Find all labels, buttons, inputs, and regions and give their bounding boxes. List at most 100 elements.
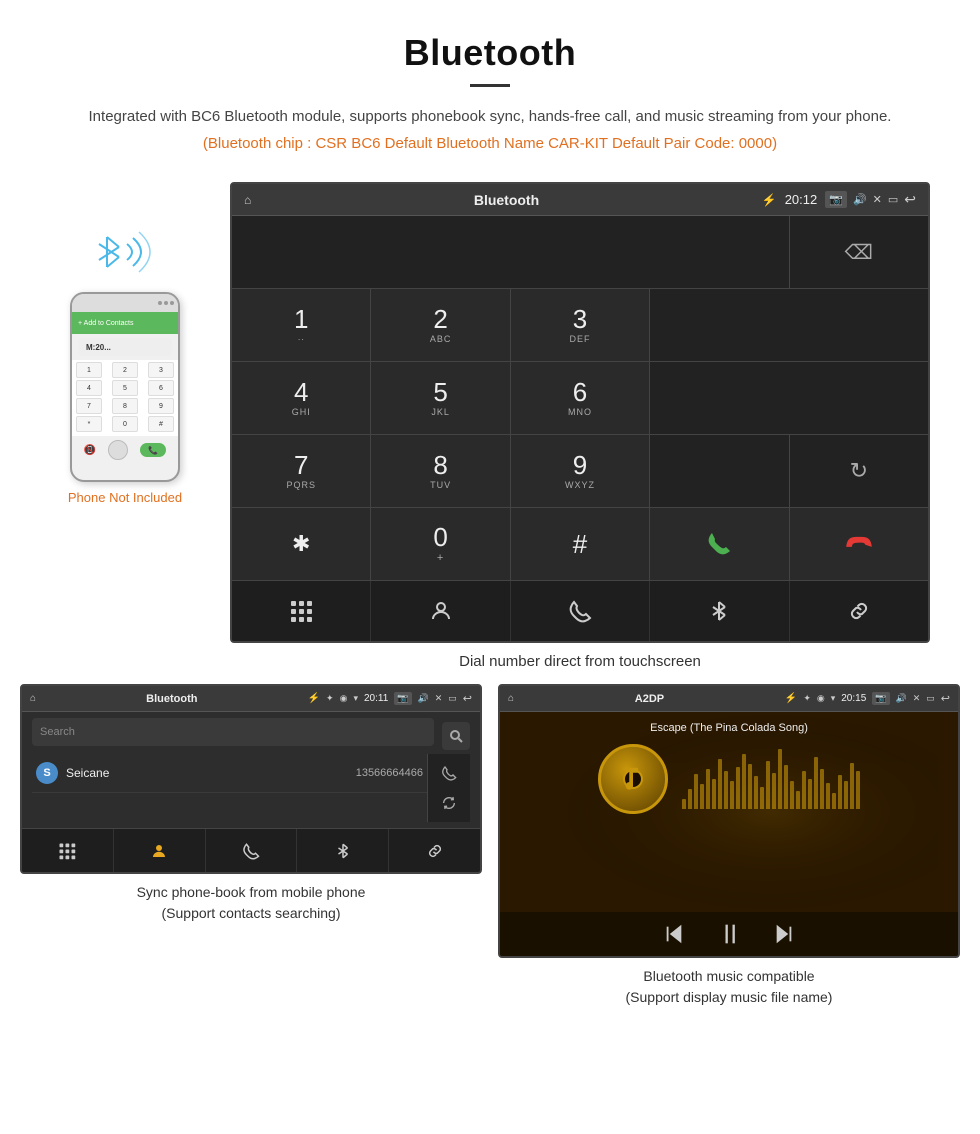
- phonebook-card: ⌂ Bluetooth ⚡ ✦ ◉ ▾ 20:11 📷 🔊 ✕ ▭ ↩ Sear…: [20, 684, 482, 1008]
- dial-sub: WXYZ: [565, 480, 595, 490]
- pb-func-bt[interactable]: [297, 829, 389, 872]
- dial-sub: ∙∙: [298, 334, 305, 344]
- viz-bar: [814, 757, 818, 809]
- dial-key-0[interactable]: 0 +: [371, 508, 509, 580]
- dial-key-9[interactable]: 9 WXYZ: [511, 435, 649, 507]
- phone-key-3: 3: [148, 362, 174, 378]
- dial-key-4[interactable]: 4 GHI: [232, 362, 370, 434]
- ms-bt-icon: ✦: [803, 693, 811, 704]
- dial-sub: PQRS: [286, 480, 316, 490]
- dial-num: 6: [573, 379, 587, 405]
- dial-key-7[interactable]: 7 PQRS: [232, 435, 370, 507]
- dial-key-2[interactable]: 2 ABC: [371, 289, 509, 361]
- func-dialpad-icon[interactable]: [232, 581, 371, 641]
- viz-bar: [688, 789, 692, 809]
- pb-func-link[interactable]: [389, 829, 480, 872]
- contact-actions: [427, 754, 470, 822]
- album-art: [598, 744, 668, 814]
- dial-num: 8: [433, 452, 447, 478]
- dialpad-screen: ⌂ Bluetooth ⚡ 20:12 📷 🔊 ✕ ▭ ↩ ⌫: [230, 182, 930, 684]
- phone-action-icon[interactable]: [434, 758, 464, 788]
- viz-bar: [718, 759, 722, 809]
- ms-window-icon: ▭: [926, 693, 935, 704]
- dial-empty-r1: [650, 289, 928, 361]
- pb-home-icon[interactable]: ⌂: [30, 693, 36, 704]
- viz-bar: [790, 781, 794, 809]
- viz-bar: [838, 775, 842, 809]
- prev-icon[interactable]: [663, 923, 685, 945]
- dial-empty-r3a: [650, 435, 788, 507]
- phone-not-included-label: Phone Not Included: [68, 490, 182, 505]
- dial-key-hash[interactable]: #: [511, 508, 649, 580]
- back-icon[interactable]: ↩: [904, 191, 916, 208]
- pb-func-dialpad[interactable]: [22, 829, 114, 872]
- music-album-area: [598, 744, 860, 814]
- backspace-key[interactable]: ⌫: [790, 216, 928, 288]
- ms-location-icon: ◉: [817, 693, 825, 704]
- dial-num: 7: [294, 452, 308, 478]
- func-link-icon[interactable]: [790, 581, 928, 641]
- ms-back-icon[interactable]: ↩: [941, 692, 950, 705]
- music-visualizer: [682, 749, 860, 809]
- window-icon: ▭: [888, 193, 898, 206]
- call-button[interactable]: [650, 508, 788, 580]
- ms-caption-line1: Bluetooth music compatible: [643, 968, 814, 984]
- pb-volume-icon: 🔊: [418, 693, 429, 704]
- ms-caption-line2: (Support display music file name): [626, 989, 833, 1005]
- close-icon: ✕: [873, 193, 882, 206]
- phone-key-4: 4: [76, 380, 102, 396]
- dial-key-8[interactable]: 8 TUV: [371, 435, 509, 507]
- phonebook-caption: Sync phone-book from mobile phone (Suppo…: [137, 882, 366, 924]
- ms-home-icon[interactable]: ⌂: [508, 693, 514, 704]
- music-status-bar: ⌂ A2DP ⚡ ✦ ◉ ▾ 20:15 📷 🔊 ✕ ▭ ↩: [500, 686, 958, 712]
- pb-func-call[interactable]: [206, 829, 298, 872]
- func-call-icon[interactable]: [511, 581, 650, 641]
- ms-volume-icon: 🔊: [896, 693, 907, 704]
- viz-bar: [820, 769, 824, 809]
- phonebook-search-bar[interactable]: Search: [32, 718, 434, 746]
- pb-func-person[interactable]: [114, 829, 206, 872]
- music-caption: Bluetooth music compatible (Support disp…: [626, 966, 833, 1008]
- pb-back-icon[interactable]: ↩: [463, 692, 472, 705]
- next-icon[interactable]: [773, 923, 795, 945]
- music-screen: ⌂ A2DP ⚡ ✦ ◉ ▾ 20:15 📷 🔊 ✕ ▭ ↩: [498, 684, 960, 958]
- music-controls: [500, 912, 958, 956]
- phone-home-button: [108, 440, 128, 460]
- end-call-icon: 📵: [84, 445, 96, 456]
- phone-key-8: 8: [112, 398, 138, 414]
- usb-icon: ⚡: [762, 193, 777, 207]
- bluetooth-signal: [85, 222, 165, 282]
- page-header: Bluetooth Integrated with BC6 Bluetooth …: [0, 0, 980, 172]
- main-content: + Add to Contacts M:20... 1 2 3 4 5 6 7: [0, 182, 980, 684]
- search-icon-btn[interactable]: [442, 722, 470, 750]
- dial-key-star[interactable]: ✱: [232, 508, 370, 580]
- viz-bar: [856, 771, 860, 809]
- phone-key-1: 1: [76, 362, 102, 378]
- viz-bar: [748, 764, 752, 809]
- end-call-button[interactable]: [790, 508, 928, 580]
- phonebook-contact[interactable]: S Seicane 13566664466: [32, 754, 427, 793]
- dial-key-6[interactable]: 6 MNO: [511, 362, 649, 434]
- home-icon[interactable]: ⌂: [244, 193, 251, 207]
- play-pause-icon[interactable]: [715, 920, 743, 948]
- func-bluetooth-icon[interactable]: [650, 581, 789, 641]
- dialpad-func-bar: [232, 580, 928, 641]
- dial-num: 2: [433, 306, 447, 332]
- dial-key-5[interactable]: 5 JKL: [371, 362, 509, 434]
- contact-row-wrapper: S Seicane 13566664466: [32, 754, 470, 822]
- phone-display-bar: M:20...: [78, 338, 172, 356]
- dial-key-refresh[interactable]: ↻: [790, 435, 928, 507]
- backspace-icon: ⌫: [845, 240, 873, 265]
- pb-caption-line2: (Support contacts searching): [162, 905, 341, 921]
- ms-usb-icon: ⚡: [785, 693, 797, 704]
- dial-key-3[interactable]: 3 DEF: [511, 289, 649, 361]
- func-contacts-icon[interactable]: [371, 581, 510, 641]
- phone-top-bar: [72, 294, 178, 312]
- ms-title: A2DP: [520, 693, 779, 705]
- viz-bar: [766, 761, 770, 809]
- dial-display: [232, 216, 789, 288]
- dial-key-1[interactable]: 1 ∙∙: [232, 289, 370, 361]
- volume-icon: 🔊: [853, 193, 867, 206]
- pb-time: 20:11: [364, 693, 388, 704]
- refresh-action-icon[interactable]: [434, 788, 464, 818]
